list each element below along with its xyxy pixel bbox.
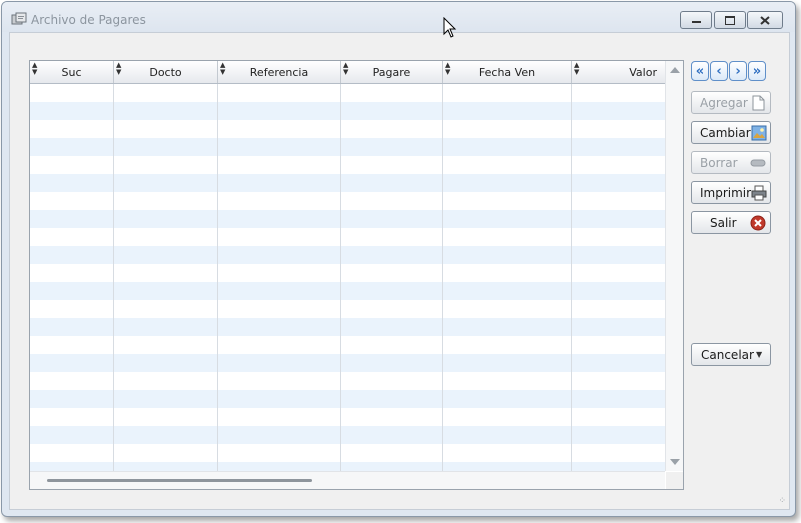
table-row[interactable] xyxy=(30,120,665,138)
vertical-scrollbar[interactable] xyxy=(665,61,683,471)
double-chevron-right-icon: » xyxy=(752,63,762,79)
borrar-label: Borrar xyxy=(700,155,738,170)
table-row[interactable] xyxy=(30,390,665,408)
salir-label: Salir xyxy=(710,215,737,230)
column-label: Docto xyxy=(149,65,182,79)
table-row[interactable] xyxy=(30,84,665,102)
document-icon xyxy=(750,95,766,111)
grid-body[interactable] xyxy=(30,84,665,471)
table-row[interactable] xyxy=(30,102,665,120)
agregar-button[interactable]: Agregar xyxy=(691,91,771,114)
column-label: Referencia xyxy=(249,65,309,79)
scrollbar-corner xyxy=(666,472,683,489)
mouse-cursor-icon xyxy=(443,17,457,38)
maximize-button[interactable] xyxy=(714,11,746,29)
table-row[interactable] xyxy=(30,138,665,156)
pagares-grid[interactable]: ▲ ▼ Suc ▲ ▼ Docto ▲ ▼ Referencia ▲ ▼ Pagare … xyxy=(29,60,684,490)
table-row[interactable] xyxy=(30,336,665,354)
minimize-icon xyxy=(691,21,701,23)
printer-icon xyxy=(751,185,767,201)
double-chevron-left-icon: « xyxy=(695,63,705,79)
table-row[interactable] xyxy=(30,444,665,462)
column-header-referencia[interactable]: ▲ ▼ Referencia xyxy=(218,61,341,83)
table-row[interactable] xyxy=(30,462,665,471)
imprimir-label: Imprimir xyxy=(700,185,752,200)
column-label: Pagare xyxy=(372,65,411,79)
sort-icon: ▲ ▼ xyxy=(343,61,349,76)
horizontal-scrollbar[interactable] xyxy=(30,471,665,489)
app-icon xyxy=(11,12,27,26)
table-row[interactable] xyxy=(30,156,665,174)
salir-button[interactable]: Salir xyxy=(691,211,771,234)
column-header-pagare[interactable]: ▲ ▼ Pagare xyxy=(341,61,443,83)
table-row[interactable] xyxy=(30,300,665,318)
app-window: Archivo de Pagares ▲ ▼ Suc ▲ ▼ Docto ▲ ▼… xyxy=(1,1,796,517)
chevron-right-icon: › xyxy=(735,63,741,79)
resize-grip-icon[interactable]: ⁘ xyxy=(778,497,786,506)
table-row[interactable] xyxy=(30,228,665,246)
chevron-left-icon: ‹ xyxy=(716,63,722,79)
column-label: Suc xyxy=(61,65,82,79)
column-header-docto[interactable]: ▲ ▼ Docto xyxy=(114,61,218,83)
picture-icon xyxy=(751,125,767,141)
close-window-button[interactable] xyxy=(747,11,783,29)
title-bar[interactable]: Archivo de Pagares xyxy=(2,2,795,32)
cancelar-dropdown-button[interactable]: Cancelar ▼ xyxy=(691,343,771,366)
column-label: Fecha Ven xyxy=(478,65,536,79)
table-row[interactable] xyxy=(30,210,665,228)
table-row[interactable] xyxy=(30,282,665,300)
agregar-label: Agregar xyxy=(700,95,748,110)
column-header-fecha-ven[interactable]: ▲ ▼ Fecha Ven xyxy=(443,61,572,83)
scroll-down-icon[interactable] xyxy=(670,459,680,465)
minus-icon xyxy=(750,155,766,171)
last-record-button[interactable]: » xyxy=(748,61,766,81)
grid-header: ▲ ▼ Suc ▲ ▼ Docto ▲ ▼ Referencia ▲ ▼ Pagare … xyxy=(30,61,665,84)
sort-icon: ▲ ▼ xyxy=(445,61,451,76)
maximize-icon xyxy=(725,15,735,25)
first-record-button[interactable]: « xyxy=(691,61,709,81)
sort-icon: ▲ ▼ xyxy=(32,61,38,76)
previous-record-button[interactable]: ‹ xyxy=(710,61,728,81)
table-row[interactable] xyxy=(30,174,665,192)
column-header-valor[interactable]: ▲ ▼ Valor xyxy=(572,61,665,83)
scroll-up-icon[interactable] xyxy=(670,67,680,73)
horizontal-scroll-thumb[interactable] xyxy=(47,479,312,482)
record-navigation: « ‹ › » xyxy=(691,61,766,81)
sort-icon: ▲ ▼ xyxy=(574,61,580,76)
table-row[interactable] xyxy=(30,426,665,444)
column-label: Valor xyxy=(629,65,657,79)
next-record-button[interactable]: › xyxy=(729,61,747,81)
table-row[interactable] xyxy=(30,192,665,210)
table-row[interactable] xyxy=(30,264,665,282)
cambiar-label: Cambiar xyxy=(700,125,751,140)
minimize-button[interactable] xyxy=(680,11,712,29)
table-row[interactable] xyxy=(30,354,665,372)
sort-icon: ▲ ▼ xyxy=(220,61,226,76)
sort-icon: ▲ ▼ xyxy=(116,61,122,76)
caret-down-icon[interactable]: ▼ xyxy=(756,350,770,359)
table-row[interactable] xyxy=(30,408,665,426)
close-icon xyxy=(760,15,770,25)
window-title: Archivo de Pagares xyxy=(31,13,146,27)
borrar-button[interactable]: Borrar xyxy=(691,151,771,174)
cancelar-label: Cancelar xyxy=(701,347,754,362)
imprimir-button[interactable]: Imprimir xyxy=(691,181,771,204)
close-circle-icon xyxy=(750,215,766,231)
cambiar-button[interactable]: Cambiar xyxy=(691,121,771,144)
client-area: ▲ ▼ Suc ▲ ▼ Docto ▲ ▼ Referencia ▲ ▼ Pagare … xyxy=(9,32,790,510)
table-row[interactable] xyxy=(30,246,665,264)
column-header-suc[interactable]: ▲ ▼ Suc xyxy=(30,61,114,83)
table-row[interactable] xyxy=(30,372,665,390)
table-row[interactable] xyxy=(30,318,665,336)
